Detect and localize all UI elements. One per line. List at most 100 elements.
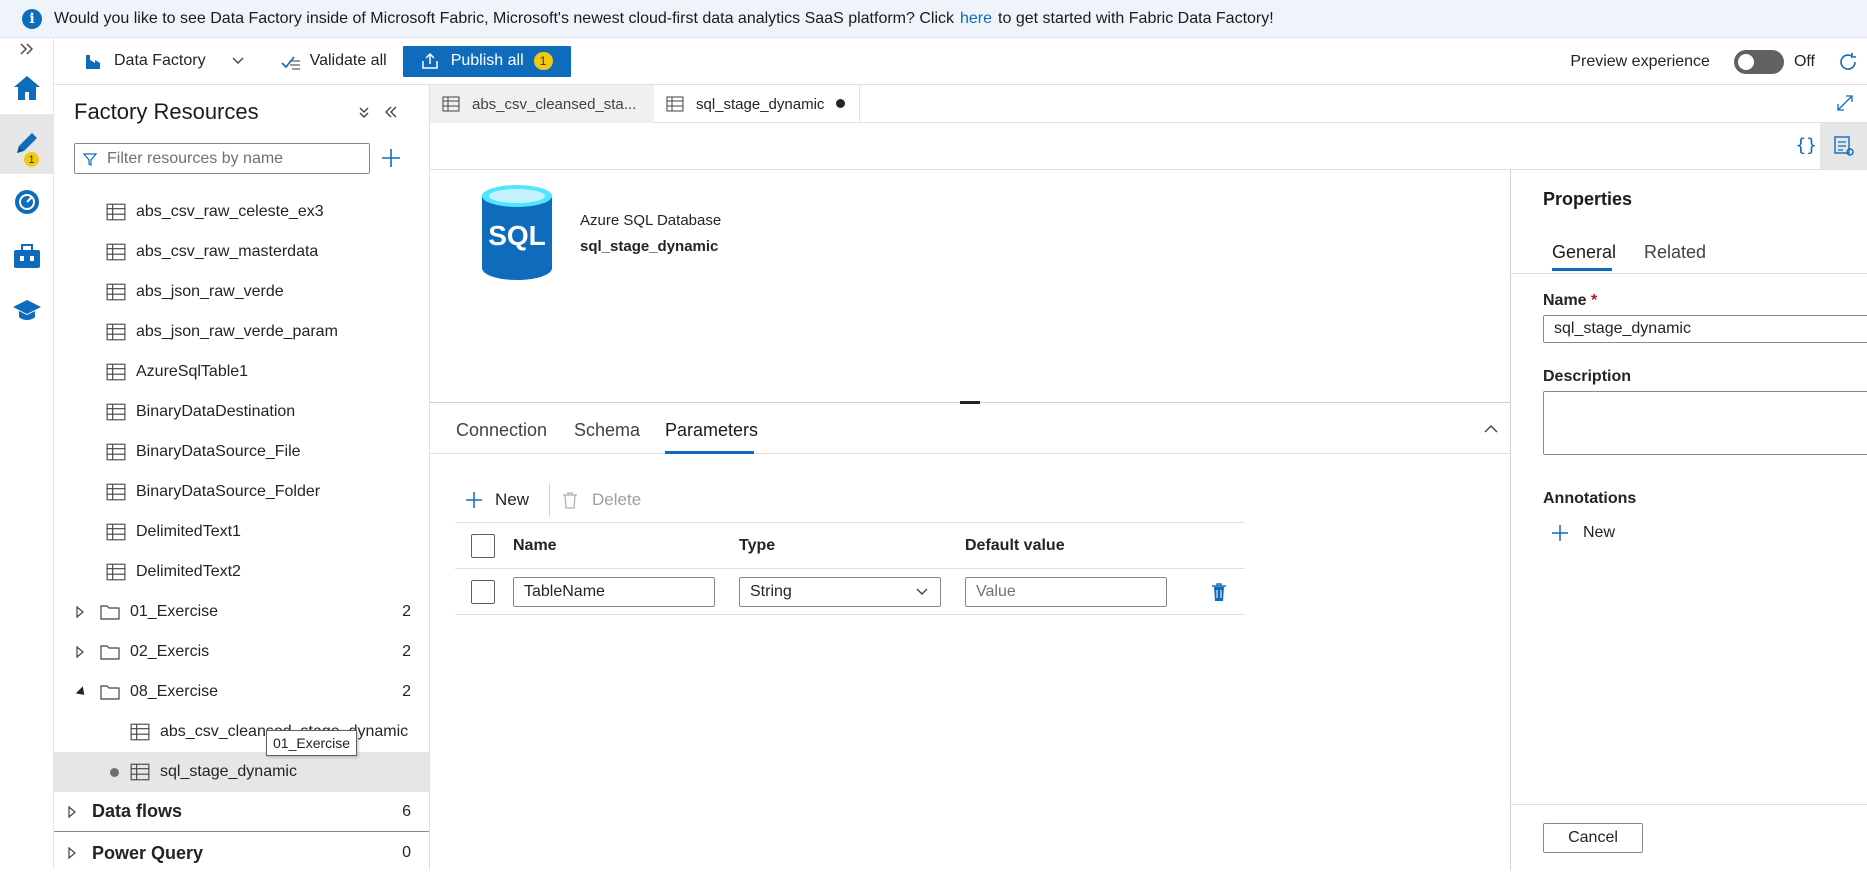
param-type-cell: String xyxy=(739,568,965,615)
dataset-type: Azure SQL Database xyxy=(580,212,722,229)
dataset-item[interactable]: BinaryDataDestination xyxy=(54,392,429,432)
cancel-button[interactable]: Cancel xyxy=(1543,823,1643,853)
table-icon xyxy=(106,363,126,381)
resources-title: Factory Resources xyxy=(74,99,259,124)
folder-child-item[interactable]: abs_csv_cleansed_stage_dynamic xyxy=(54,712,429,752)
learning-nav-button[interactable] xyxy=(0,282,54,338)
caret-right-icon[interactable] xyxy=(74,606,86,618)
param-name-input[interactable]: TableName xyxy=(513,576,715,607)
caret-down-icon[interactable] xyxy=(74,686,86,698)
preview-toggle[interactable] xyxy=(1733,49,1784,74)
tab-sql-stage-dynamic[interactable]: sql_stage_dynamic xyxy=(654,85,860,123)
dataset-item[interactable]: BinaryDataSource_Folder xyxy=(54,472,429,512)
dataset-item[interactable]: abs_json_raw_verde xyxy=(54,272,429,312)
author-nav-button[interactable]: 1 xyxy=(0,114,54,174)
manage-nav-button[interactable] xyxy=(0,228,54,284)
chevron-up-icon[interactable] xyxy=(1484,424,1498,433)
tab-schema[interactable]: Schema xyxy=(574,420,640,441)
dataset-item[interactable]: DelimitedText2 xyxy=(54,552,429,592)
folder-icon xyxy=(100,605,120,620)
publish-icon xyxy=(421,52,438,69)
delete-label: Delete xyxy=(592,490,642,509)
folder-icon xyxy=(100,685,120,700)
folder-item[interactable]: 02_Exercis 2 xyxy=(54,632,429,672)
banner-link[interactable]: here xyxy=(960,10,992,28)
home-nav-button[interactable] xyxy=(0,60,54,116)
row-select-cell xyxy=(455,568,513,615)
filter-resources-input[interactable]: Filter resources by name xyxy=(74,143,370,174)
double-chevron-left-icon[interactable] xyxy=(384,105,398,119)
folder-tooltip: 01_Exercise xyxy=(266,730,358,756)
table-icon xyxy=(106,563,126,581)
caret-right-icon[interactable] xyxy=(66,847,78,859)
validate-all-button[interactable]: Validate all xyxy=(270,38,397,84)
param-type-select[interactable]: String xyxy=(739,576,941,607)
parameters-table: Name Type Default value TableName String… xyxy=(455,522,1245,615)
dataset-config-tabs: Connection Schema Parameters xyxy=(430,404,1510,454)
caret-right-icon[interactable] xyxy=(74,646,86,658)
tab-parameters[interactable]: Parameters xyxy=(665,420,758,441)
sql-logo-text: SQL xyxy=(488,220,546,251)
code-icon[interactable]: {} xyxy=(1795,135,1817,156)
dataset-item[interactable]: abs_csv_raw_celeste_ex3 xyxy=(54,192,429,232)
section-item[interactable]: Power Query 0 xyxy=(54,833,429,873)
properties-toggle-button[interactable] xyxy=(1820,123,1867,169)
table-icon xyxy=(130,723,150,741)
add-resource-icon[interactable] xyxy=(380,147,402,169)
maximize-icon[interactable] xyxy=(1837,95,1853,111)
tab-connection[interactable]: Connection xyxy=(456,420,547,441)
name-field[interactable]: sql_stage_dynamic xyxy=(1543,315,1867,343)
dataset-item[interactable]: BinaryDataSource_File xyxy=(54,432,429,472)
preview-label: Preview experience xyxy=(1570,52,1710,70)
trash-icon[interactable] xyxy=(1211,582,1227,602)
factory-selector[interactable]: Data Factory xyxy=(54,38,254,84)
tab-related[interactable]: Related xyxy=(1644,242,1706,263)
monitor-nav-button[interactable] xyxy=(0,174,54,230)
delete-parameter-button[interactable]: Delete xyxy=(562,490,641,510)
tab-abs-csv-cleansed[interactable]: abs_csv_cleansed_sta... xyxy=(430,85,654,123)
header-type: Type xyxy=(739,522,965,569)
header-actions xyxy=(1191,522,1245,569)
dataset-label: DelimitedText1 xyxy=(136,523,241,540)
row-checkbox[interactable] xyxy=(471,579,495,604)
table-icon xyxy=(666,96,684,112)
section-item[interactable]: Data flows 6 xyxy=(54,792,429,832)
tabs-divider xyxy=(1511,273,1867,274)
refresh-icon[interactable] xyxy=(1837,51,1859,73)
editor-tabs: abs_csv_cleansed_sta... sql_stage_dynami… xyxy=(430,85,1867,123)
dataset-label: abs_json_raw_verde_param xyxy=(136,323,338,340)
folder-item[interactable]: 08_Exercise 2 xyxy=(54,672,429,712)
expand-rail-button[interactable] xyxy=(0,38,54,60)
plus-icon xyxy=(1552,525,1568,541)
folder-count: 2 xyxy=(402,603,411,620)
param-default-input[interactable]: Value xyxy=(965,576,1167,607)
folder-label: 08_Exercise xyxy=(130,683,219,700)
tab-general[interactable]: General xyxy=(1552,242,1616,263)
folder-item[interactable]: 01_Exercise 2 xyxy=(54,592,429,632)
select-all-checkbox[interactable] xyxy=(471,533,495,558)
double-chevron-right-icon xyxy=(20,43,33,55)
caret-right-icon[interactable] xyxy=(66,805,78,818)
dataset-item[interactable]: abs_csv_raw_masterdata xyxy=(54,232,429,272)
description-field[interactable] xyxy=(1543,391,1867,455)
dataset-item[interactable]: abs_json_raw_verde_param xyxy=(54,312,429,352)
new-label: New xyxy=(495,490,530,509)
dataset-item[interactable]: AzureSqlTable1 xyxy=(54,352,429,392)
table-icon xyxy=(106,523,126,541)
section-count: 0 xyxy=(402,844,411,861)
gauge-icon xyxy=(15,190,39,214)
general-tab-indicator xyxy=(1552,268,1612,271)
name-label-text: Name xyxy=(1543,292,1587,309)
dataset-label: abs_csv_raw_masterdata xyxy=(136,243,319,260)
trash-icon xyxy=(563,492,578,509)
collapse-all-icon[interactable] xyxy=(357,105,371,119)
home-icon xyxy=(14,76,40,100)
folder-child-item[interactable]: sql_stage_dynamic xyxy=(54,752,429,792)
new-annotation-button[interactable]: New xyxy=(1551,524,1615,542)
publish-all-button[interactable]: Publish all 1 xyxy=(402,45,571,77)
plus-icon xyxy=(466,492,482,508)
new-parameter-button[interactable]: New xyxy=(455,490,537,510)
folder-label: 02_Exercis xyxy=(130,643,210,660)
dataset-item[interactable]: DelimitedText1 xyxy=(54,512,429,552)
table-icon xyxy=(442,96,460,112)
